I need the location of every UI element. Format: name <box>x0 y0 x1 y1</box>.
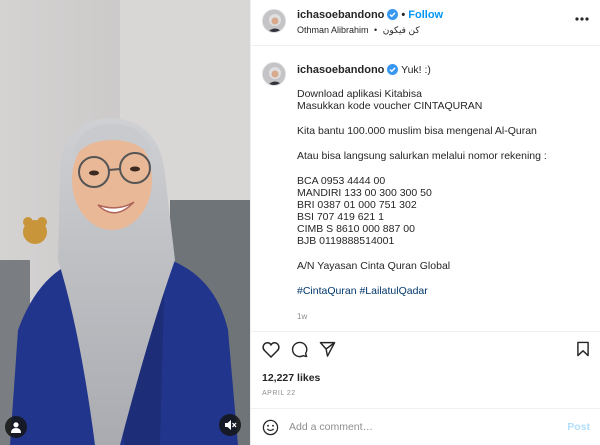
hashtag-line: #CintaQuran #LailatulQadar <box>297 285 587 297</box>
audio-attribution[interactable]: Othman Alibrahim • كن فيكون <box>297 25 420 36</box>
more-options-icon <box>575 17 589 21</box>
more-options-button[interactable] <box>575 12 589 24</box>
caption-username[interactable]: ichasoebandono <box>297 64 384 76</box>
share-icon <box>319 341 336 357</box>
caption-line: Masukkan kode voucher CINTAQURAN <box>297 100 483 112</box>
header-username-row: ichasoebandono • Follow <box>297 9 443 23</box>
action-bar <box>251 334 600 366</box>
caption-text: ichasoebandono Yuk! :) Download aplikasi… <box>297 64 587 297</box>
like-button[interactable] <box>262 341 280 361</box>
caption-greeting: Yuk! :) <box>401 64 431 76</box>
audio-artist: Othman Alibrahim <box>297 25 369 35</box>
separator: • <box>401 9 406 21</box>
caption-line: Atau bisa langsung salurkan melalui nomo… <box>297 150 547 162</box>
post-photo <box>0 0 250 445</box>
bank-account-line: BJB 0119888514001 <box>297 235 395 247</box>
comment-icon <box>291 341 308 358</box>
verified-badge-icon <box>387 64 399 78</box>
post-media[interactable] <box>0 0 250 445</box>
post-comment-button[interactable]: Post <box>567 421 590 433</box>
bank-account-line: BRI 0387 01 000 751 302 <box>297 199 417 211</box>
username-link[interactable]: ichasoebandono <box>297 9 384 21</box>
verified-badge-icon <box>387 9 399 23</box>
audio-separator: • <box>374 25 378 35</box>
muted-speaker-icon <box>224 420 236 430</box>
likes-count[interactable]: 12,227 likes <box>262 372 320 384</box>
bank-account-line: MANDIRI 133 00 300 300 50 <box>297 187 432 199</box>
comment-input[interactable] <box>289 418 559 436</box>
emoji-icon <box>262 419 279 436</box>
caption-line: Kita bantu 100.000 muslim bisa mengenal … <box>297 125 537 137</box>
comment-button[interactable] <box>291 341 308 361</box>
bank-account-line: CIMB S 8610 000 887 00 <box>297 223 415 235</box>
bookmark-icon <box>577 341 589 357</box>
hashtag-link[interactable]: #CintaQuran <box>297 285 357 297</box>
user-tag-button[interactable] <box>5 416 27 438</box>
caption-section: ichasoebandono Yuk! :) Download aplikasi… <box>251 47 600 332</box>
emoji-button[interactable] <box>262 419 279 439</box>
caption-first-line: ichasoebandono Yuk! :) <box>297 64 587 88</box>
hashtag-link[interactable]: #LailatulQadar <box>359 285 427 297</box>
mute-button[interactable] <box>219 414 241 436</box>
avatar-image <box>263 10 285 32</box>
avatar-image <box>263 63 285 85</box>
bank-account-line: BSI 707 419 621 1 <box>297 211 384 223</box>
caption-age[interactable]: 1w <box>297 312 307 321</box>
comment-box: Post <box>251 408 600 445</box>
save-button[interactable] <box>576 341 590 360</box>
caption-line: Download aplikasi Kitabisa <box>297 88 422 100</box>
avatar[interactable] <box>262 9 286 33</box>
user-tag-icon <box>11 422 21 433</box>
heart-icon <box>262 341 280 359</box>
post-date: APRIL 22 <box>262 390 296 397</box>
account-holder-line: A/N Yayasan Cinta Quran Global <box>297 260 451 272</box>
follow-button[interactable]: Follow <box>408 9 443 21</box>
caption-avatar[interactable] <box>262 62 286 86</box>
audio-title: كن فيكون <box>382 25 420 35</box>
share-button[interactable] <box>319 341 336 360</box>
post-header: ichasoebandono • Follow Othman Alibrahim •… <box>251 0 600 46</box>
post-panel: ichasoebandono • Follow Othman Alibrahim •… <box>250 0 600 445</box>
bank-account-line: BCA 0953 4444 00 <box>297 175 386 187</box>
